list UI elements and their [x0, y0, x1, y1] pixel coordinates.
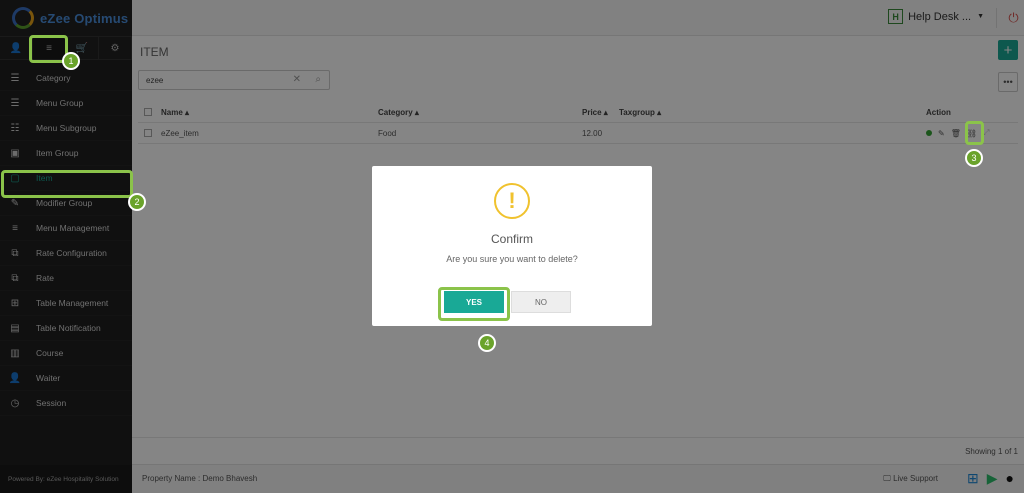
highlight-item-menu	[1, 170, 133, 198]
dialog-title: Confirm	[490, 232, 533, 246]
step-badge-2: 2	[128, 193, 146, 211]
highlight-yes-button	[438, 287, 510, 321]
confirm-dialog: ! Confirm Are you sure you want to delet…	[372, 166, 652, 326]
no-button[interactable]: NO	[511, 291, 571, 313]
dialog-message: Are you sure you want to delete?	[446, 254, 578, 264]
step-badge-4: 4	[478, 334, 496, 352]
warning-icon: !	[494, 183, 530, 219]
highlight-delete-action	[965, 121, 984, 145]
step-badge-1: 1	[62, 52, 80, 70]
step-badge-3: 3	[965, 149, 983, 167]
